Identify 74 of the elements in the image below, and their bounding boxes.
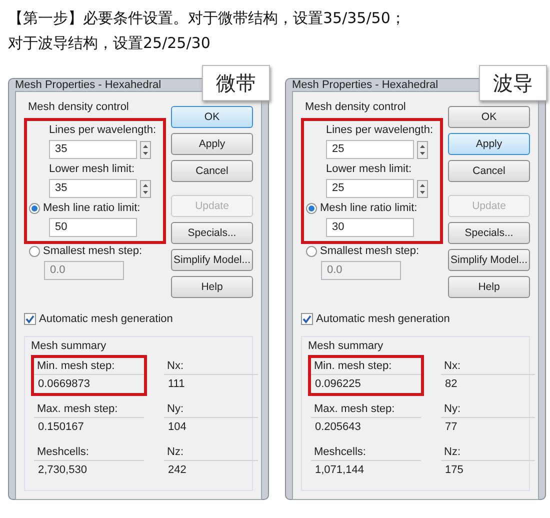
input-field[interactable]: 35 (49, 140, 137, 159)
cell-label: Min. mesh step: (34, 358, 144, 375)
cell-value: 111 (167, 377, 186, 392)
cell-label: Ny: (441, 401, 535, 418)
dialog-button[interactable]: Specials... (171, 222, 253, 244)
cell-value: 82 (444, 377, 458, 392)
cell-label: Nz: (441, 444, 535, 461)
checkbox-label: Automatic mesh generation (316, 312, 450, 326)
radio-button[interactable] (306, 246, 317, 256)
cell-value: 242 (167, 463, 188, 478)
radio-label: Smallest mesh step: (43, 244, 142, 258)
cell-value: 0.096225 (314, 377, 362, 392)
field-label: Lower mesh limit: (325, 162, 413, 176)
cell-value: 175 (444, 463, 464, 478)
checkbox[interactable] (301, 313, 313, 325)
cell-label: Ny: (164, 401, 258, 418)
field-label: Lines per wavelength: (48, 123, 158, 137)
radio-label: Mesh line ratio limit: (320, 201, 418, 215)
input-field[interactable]: 35 (49, 179, 137, 198)
cell-label: Max. mesh step: (311, 401, 421, 418)
caption-label: 波导 (479, 65, 547, 101)
group-label: Mesh summary (308, 340, 384, 352)
cell-value: 0.150167 (37, 420, 85, 435)
cell-label: Min. mesh step: (311, 358, 421, 375)
heading-text: 对于波导结构，设置25/25/30 (8, 34, 210, 52)
dialog-button[interactable]: Apply (448, 133, 530, 155)
input-field[interactable]: 30 (326, 218, 414, 237)
cell-label: Nx: (164, 358, 258, 375)
caption-label: 微带 (202, 65, 270, 101)
spinner-icon[interactable] (140, 140, 151, 158)
dialog-button[interactable]: Specials... (448, 222, 530, 244)
dialog-button[interactable]: OK (448, 106, 530, 128)
radio-button[interactable] (29, 202, 40, 214)
group-label: Mesh summary (31, 340, 106, 352)
dialog-button[interactable]: Cancel (448, 160, 530, 182)
dialog-button[interactable]: Help (448, 276, 530, 298)
cell-label: Max. mesh step: (34, 401, 144, 418)
radio-button[interactable] (306, 202, 317, 214)
dialog-button[interactable]: Simplify Model... (171, 249, 253, 271)
cell-label: Meshcells: (34, 444, 144, 461)
cell-label: Meshcells: (311, 444, 421, 461)
dialog-button[interactable]: Apply (171, 133, 253, 155)
cell-label: Nx: (441, 358, 535, 375)
spinner-icon[interactable] (140, 180, 151, 198)
group-label: Mesh density control (27, 100, 130, 114)
dialog-button[interactable]: OK (171, 106, 253, 128)
window-title: Mesh Properties - Hexahedral (15, 79, 162, 91)
input-field[interactable]: 25 (326, 179, 414, 198)
cell-value: 0.205643 (314, 420, 362, 435)
dialog-button[interactable]: Help (171, 276, 253, 298)
cell-value: 2,730,530 (37, 463, 88, 478)
checkbox-label: Automatic mesh generation (39, 312, 173, 326)
input-field[interactable]: 0.0 (44, 261, 124, 280)
heading-text: 【第一步】必要条件设置。对于微带结构，设置35/35/50； (8, 9, 406, 27)
spinner-icon[interactable] (417, 180, 428, 198)
window-title: Mesh Properties - Hexahedral (292, 79, 438, 91)
group-label: Mesh density control (304, 100, 407, 114)
radio-button[interactable] (29, 246, 40, 256)
cell-value: 1,071,144 (314, 463, 365, 478)
field-label: Lines per wavelength: (325, 123, 434, 137)
dialog-button[interactable]: Cancel (171, 160, 253, 182)
cell-value: 0.0669873 (37, 377, 91, 392)
cell-value: 104 (167, 420, 188, 435)
spinner-icon[interactable] (417, 140, 428, 158)
cell-value: 77 (444, 420, 458, 435)
input-field[interactable]: 0.0 (321, 261, 401, 280)
dialog-button[interactable]: Simplify Model... (448, 249, 530, 271)
radio-label: Mesh line ratio limit: (43, 201, 140, 215)
cell-label: Nz: (164, 444, 258, 461)
field-label: Lower mesh limit: (48, 162, 136, 176)
input-field[interactable]: 50 (49, 218, 137, 237)
checkbox[interactable] (24, 313, 36, 325)
radio-label: Smallest mesh step: (320, 244, 420, 258)
input-field[interactable]: 25 (326, 140, 414, 159)
